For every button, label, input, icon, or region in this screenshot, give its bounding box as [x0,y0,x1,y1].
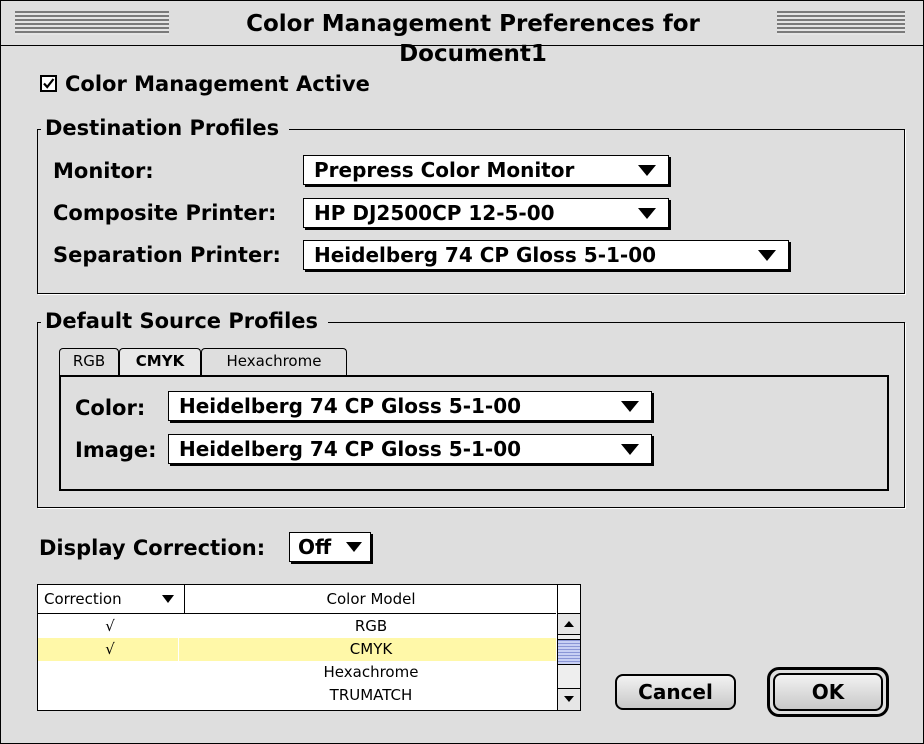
separation-printer-label: Separation Printer: [53,243,281,267]
correction-header-label: Correction [44,590,122,608]
scroll-up-button[interactable] [558,614,580,635]
correction-list[interactable]: Correction Color Model √ RGB √ CMYK Hexa… [37,584,581,711]
color-model-cell: Hexachrome [323,663,419,681]
tab-rgb[interactable]: RGB [59,348,119,375]
correction-column-header[interactable]: Correction [38,585,185,613]
table-row[interactable]: TRUMATCH [38,684,556,707]
tab-hexachrome[interactable]: Hexachrome [201,348,347,375]
separation-printer-popup[interactable]: Heidelberg 74 CP Gloss 5-1-00 [303,240,789,270]
scrollbar-corner [558,585,580,614]
column-divider [178,614,179,710]
arrow-down-icon [564,696,574,702]
color-management-checkbox[interactable] [40,75,57,92]
list-header: Correction Color Model [38,585,556,614]
chevron-down-icon [162,595,174,603]
table-row[interactable]: √ RGB [38,615,556,638]
correction-check: √ [105,617,115,635]
display-correction-popup[interactable]: Off [289,532,371,562]
default-source-profiles-title: Default Source Profiles [41,308,329,334]
list-scrollbar[interactable] [557,585,580,710]
chevron-down-icon [758,250,776,261]
table-row[interactable]: √ CMYK [38,638,556,661]
separation-printer-value: Heidelberg 74 CP Gloss 5-1-00 [314,243,657,267]
arrow-up-icon [564,621,574,627]
image-label: Image: [75,438,157,462]
scroll-thumb[interactable] [558,639,580,665]
chevron-down-icon [638,208,656,219]
color-management-dialog: Color Management Preferences for Documen… [0,0,924,744]
destination-profiles-title: Destination Profiles [41,115,290,141]
color-model-cell: RGB [354,617,388,635]
composite-printer-popup[interactable]: HP DJ2500CP 12-5-00 [303,198,669,228]
tab-cmyk[interactable]: CMYK [119,348,201,376]
ok-button[interactable]: OK [773,673,883,711]
color-model-column-header[interactable]: Color Model [186,585,556,613]
color-model-cell: CMYK [349,640,393,658]
window-title: Color Management Preferences for Documen… [169,9,777,67]
color-management-label[interactable]: Color Management Active [65,71,370,97]
chevron-down-icon [621,444,639,455]
chevron-down-icon [638,165,656,176]
scroll-down-button[interactable] [558,688,580,710]
image-profile-popup[interactable]: Heidelberg 74 CP Gloss 5-1-00 [168,434,652,464]
monitor-popup[interactable]: Prepress Color Monitor [303,155,669,185]
chevron-down-icon [621,401,639,412]
composite-printer-label: Composite Printer: [53,201,277,225]
composite-printer-value: HP DJ2500CP 12-5-00 [314,201,555,225]
correction-check: √ [105,640,115,658]
table-row[interactable]: Hexachrome [38,661,556,684]
cancel-button[interactable]: Cancel [615,674,736,710]
color-profile-popup[interactable]: Heidelberg 74 CP Gloss 5-1-00 [168,391,652,421]
title-bar[interactable]: Color Management Preferences for Documen… [1,1,923,67]
checkmark-icon [43,78,55,89]
monitor-label: Monitor: [53,159,154,183]
color-model-cell: TRUMATCH [329,686,413,704]
chevron-down-icon [346,542,362,552]
color-profile-value: Heidelberg 74 CP Gloss 5-1-00 [179,394,522,418]
monitor-value: Prepress Color Monitor [314,158,575,182]
display-correction-value: Off [298,535,332,559]
image-profile-value: Heidelberg 74 CP Gloss 5-1-00 [179,437,522,461]
display-correction-label: Display Correction: [39,536,266,560]
color-label: Color: [75,396,146,420]
